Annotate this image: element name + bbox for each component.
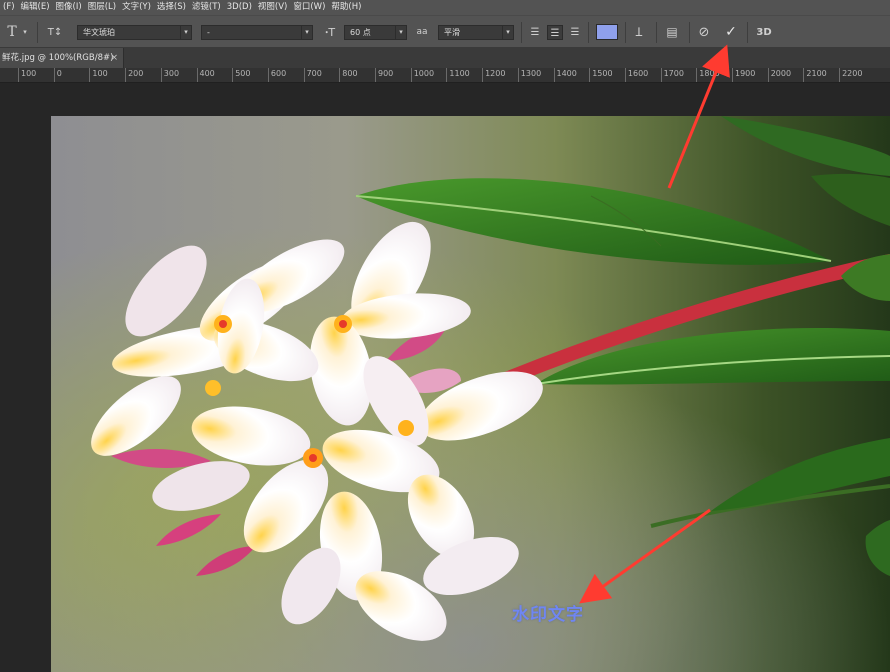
ruler-tick-label: 1900 <box>732 68 755 82</box>
separator <box>588 22 589 43</box>
antialias-icon: aa <box>416 27 428 37</box>
3d-button[interactable]: 3D <box>753 16 775 49</box>
ruler-tick-label: 1100 <box>446 68 470 82</box>
canvas-area[interactable] <box>0 83 890 672</box>
options-bar: T ▾ T↕ 华文琥珀 ▾ - ▾ ꞏT 60 点 ▾ aa 平滑 ▾ ☰ ☰ … <box>0 15 890 48</box>
ruler-tick-label: 200 <box>125 68 143 82</box>
separator <box>521 22 522 43</box>
menu-item[interactable]: 图像(I) <box>53 0 85 15</box>
document-tab-title: 鲜花.jpg @ 100%(RGB/8#) <box>2 53 114 63</box>
ruler-tick-label: 100 <box>18 68 36 82</box>
ruler-tick-label: 900 <box>375 68 393 82</box>
separator <box>37 22 38 43</box>
chevron-down-icon: ▾ <box>395 26 406 39</box>
menu-item[interactable]: 窗口(W) <box>290 0 328 15</box>
font-size-value: 60 点 <box>350 28 371 37</box>
antialias-select[interactable]: 平滑 ▾ <box>438 25 514 40</box>
align-left-icon[interactable]: ☰ <box>527 25 543 40</box>
ruler-tick-label: 1300 <box>517 68 541 82</box>
ruler-tick-label: 0 <box>53 68 62 82</box>
ruler-tick-label: 2200 <box>839 68 862 82</box>
text-color-swatch[interactable] <box>596 24 618 40</box>
font-style-value: - <box>207 28 210 37</box>
text-orientation-icon[interactable]: T↕ <box>44 16 66 49</box>
ruler-tick-label: 1700 <box>660 68 684 82</box>
character-panel-icon[interactable]: ▤ <box>663 16 681 49</box>
font-size-select[interactable]: 60 点 ▾ <box>344 25 407 40</box>
chevron-down-icon: ▾ <box>301 26 312 39</box>
ruler-tick-label: 1000 <box>410 68 434 82</box>
flower-photo <box>51 116 890 672</box>
cancel-edit-icon[interactable]: ⊘ <box>695 16 713 49</box>
menu-item[interactable]: 文字(Y) <box>119 0 154 15</box>
ruler-tick-label: 2100 <box>803 68 827 82</box>
menu-item[interactable]: (F) <box>0 0 18 15</box>
font-size-icon: ꞏT <box>324 26 336 39</box>
ruler-tick-label: 1600 <box>624 68 648 82</box>
menu-item[interactable]: 编辑(E) <box>18 0 53 15</box>
chevron-down-icon: ▾ <box>502 26 513 39</box>
font-family-value: 华文琥珀 <box>83 28 115 37</box>
separator <box>747 22 748 43</box>
warp-text-icon[interactable]: Ʇ <box>630 16 648 49</box>
menu-item[interactable]: 滤镜(T) <box>189 0 224 15</box>
document-tab-bar: 鲜花.jpg @ 100%(RGB/8#) × <box>0 48 890 68</box>
flower-image <box>51 116 890 672</box>
ruler-tick-label: 500 <box>232 68 250 82</box>
separator <box>656 22 657 43</box>
font-family-select[interactable]: 华文琥珀 ▾ <box>77 25 192 40</box>
horizontal-ruler: 100 0 100 200 300 400 500 600 700 800 900 1000 1100 1… <box>0 68 890 83</box>
ruler-tick-label: 100 <box>89 68 108 82</box>
close-icon[interactable]: × <box>110 48 118 68</box>
menu-item[interactable]: 帮助(H) <box>328 0 364 15</box>
ruler-tick-label: 1400 <box>553 68 577 82</box>
ruler-tick-label: 300 <box>160 68 179 82</box>
menu-item[interactable]: 视图(V) <box>255 0 290 15</box>
type-tool-icon[interactable]: T <box>4 16 20 49</box>
commit-check-icon[interactable]: ✓ <box>721 16 741 49</box>
separator <box>689 22 690 43</box>
menu-bar: (F) 编辑(E) 图像(I) 图层(L) 文字(Y) 选择(S) 滤镜(T) 3D(D) 视图… <box>0 0 890 15</box>
font-style-select[interactable]: - ▾ <box>201 25 313 40</box>
ruler-tick-label: 700 <box>303 68 322 82</box>
watermark-text-layer[interactable]: 水印文字 <box>512 600 584 625</box>
chevron-down-icon: ▾ <box>180 26 191 39</box>
align-center-icon[interactable]: ☰ <box>547 25 563 40</box>
menu-item[interactable]: 3D(D) <box>224 0 255 15</box>
ruler-tick-label: 600 <box>267 68 286 82</box>
ruler-tick-label: 1800 <box>696 68 720 82</box>
align-right-icon[interactable]: ☰ <box>567 25 583 40</box>
document-tab[interactable]: 鲜花.jpg @ 100%(RGB/8#) × <box>0 48 124 68</box>
tool-preset-dropdown-icon[interactable]: ▾ <box>20 16 30 49</box>
menu-item[interactable]: 图层(L) <box>85 0 119 15</box>
antialias-value: 平滑 <box>444 28 460 37</box>
ruler-tick-label: 2000 <box>767 68 791 82</box>
menu-item[interactable]: 选择(S) <box>154 0 189 15</box>
ruler-tick-label: 800 <box>339 68 358 82</box>
ruler-tick-label: 400 <box>196 68 215 82</box>
ruler-tick-label: 1200 <box>482 68 505 82</box>
ruler-tick-label: 1500 <box>589 68 613 82</box>
separator <box>625 22 626 43</box>
